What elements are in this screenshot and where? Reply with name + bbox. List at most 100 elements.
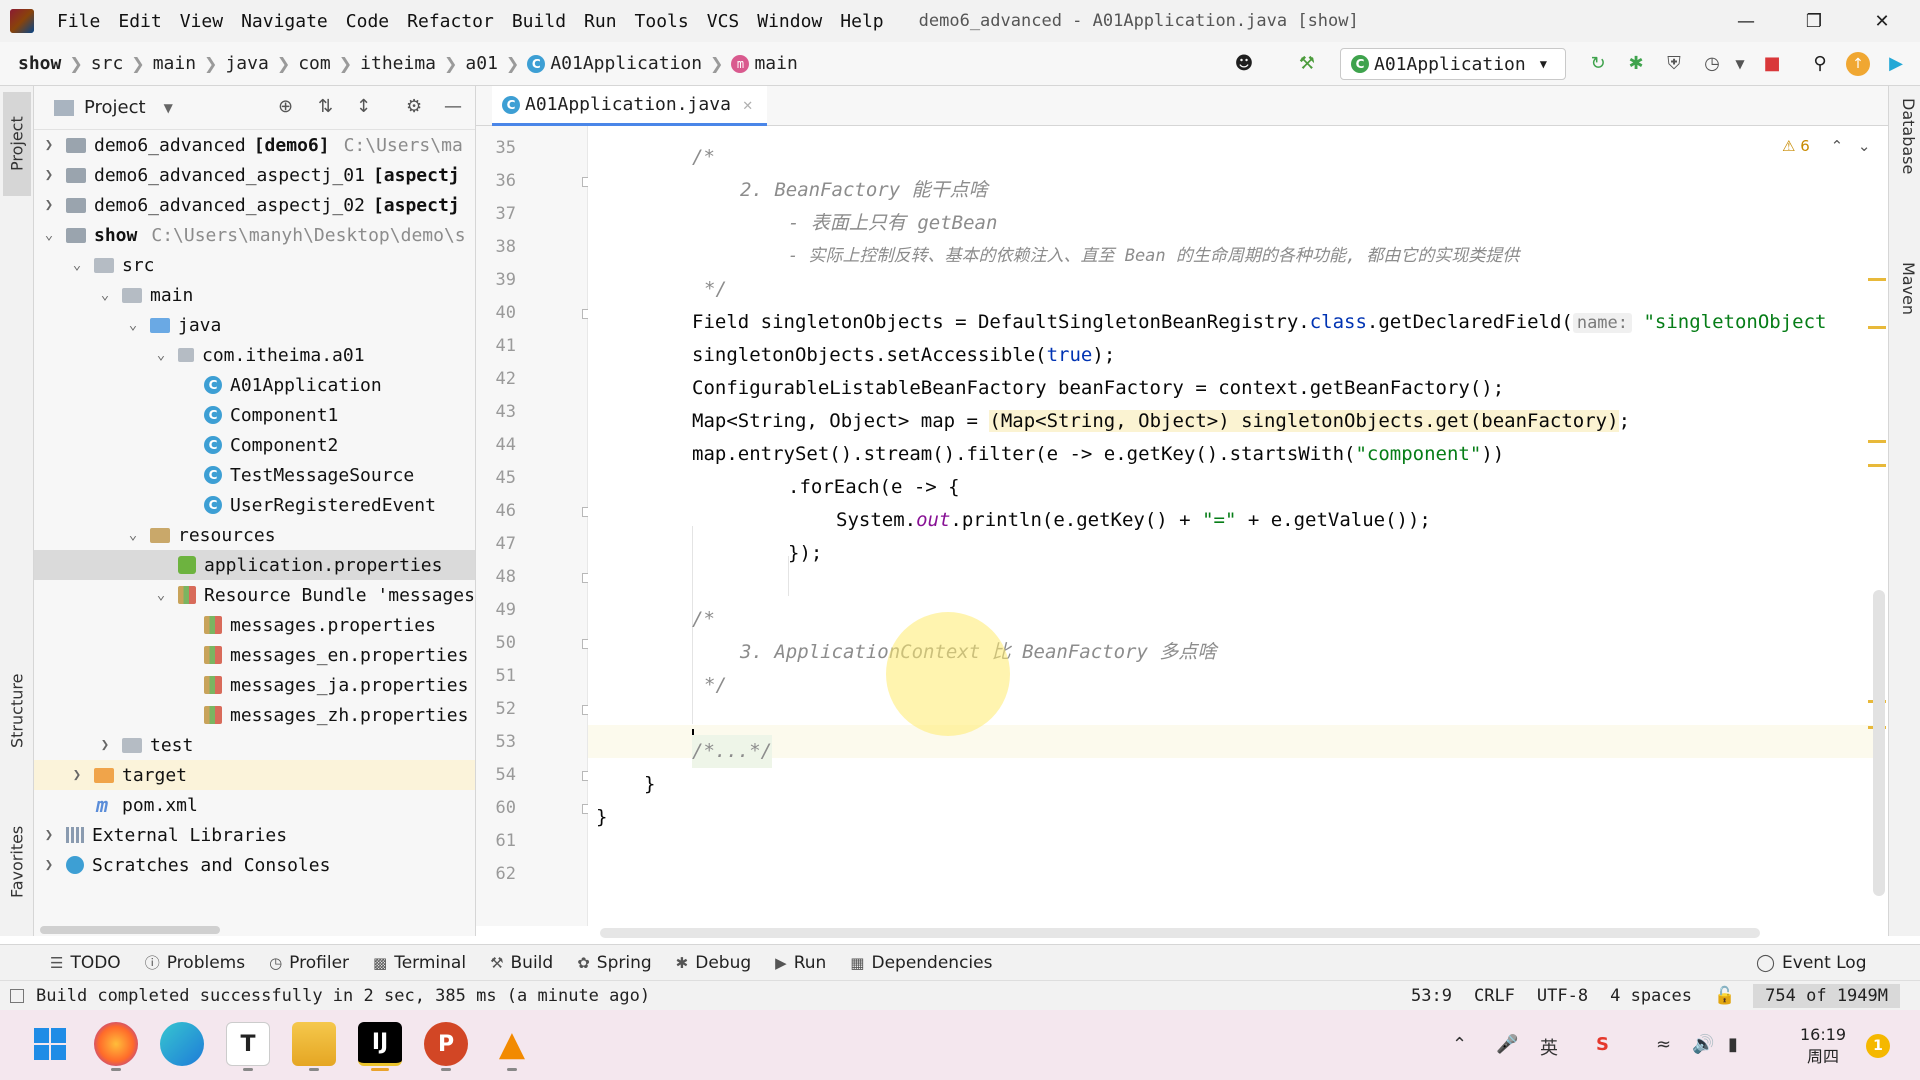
folded-comment[interactable]: /*...*/ bbox=[692, 735, 773, 768]
tree-item-folder[interactable]: ⌄ main bbox=[34, 280, 475, 310]
status-message[interactable]: Build completed successfully in 2 sec, 3… bbox=[36, 986, 650, 1006]
edge-icon[interactable] bbox=[160, 1022, 204, 1066]
restore-icon[interactable]: ❐ bbox=[1780, 0, 1848, 42]
chevron-down-icon[interactable]: ⌄ bbox=[124, 527, 142, 543]
collapse-all-icon[interactable]: ↕ bbox=[356, 96, 371, 117]
tree-item-file[interactable]: messages_ja.properties bbox=[34, 670, 475, 700]
debug-bug-icon[interactable]: ✱ bbox=[1624, 52, 1648, 76]
tree-item-libraries[interactable]: ❯ External Libraries bbox=[34, 820, 475, 850]
file-explorer-icon[interactable] bbox=[292, 1022, 336, 1066]
chevron-right-icon[interactable]: ❯ bbox=[96, 737, 114, 753]
breadcrumb-item[interactable]: com bbox=[296, 53, 333, 74]
chevron-right-icon[interactable]: ❯ bbox=[40, 197, 58, 213]
menu-edit[interactable]: Edit bbox=[109, 11, 170, 32]
chevron-down-icon[interactable]: ⌄ bbox=[152, 587, 170, 603]
breadcrumb-item[interactable]: src bbox=[89, 53, 126, 74]
tree-item-class[interactable]: C TestMessageSource bbox=[34, 460, 475, 490]
rerun-icon[interactable]: ↻ bbox=[1586, 52, 1610, 76]
chevron-right-icon[interactable]: ❯ bbox=[68, 767, 86, 783]
tool-tab-dependencies[interactable]: ▦ Dependencies bbox=[840, 953, 1006, 973]
notification-badge[interactable]: 1 bbox=[1866, 1034, 1890, 1058]
tool-tab-profiler[interactable]: ◷ Profiler bbox=[259, 953, 363, 973]
tab-a01application[interactable]: C A01Application.java ✕ bbox=[492, 86, 767, 126]
tree-item-bundle[interactable]: ⌄ Resource Bundle 'messages' bbox=[34, 580, 475, 610]
side-tab-favorites[interactable]: Favorites bbox=[3, 810, 31, 914]
tool-tab-build[interactable]: ⚒ Build bbox=[480, 953, 567, 973]
side-tab-maven[interactable]: Maven bbox=[1892, 262, 1918, 315]
locate-icon[interactable]: ⊕ bbox=[278, 96, 293, 117]
chevron-right-icon[interactable]: ❯ bbox=[40, 167, 58, 183]
tree-item-scratches[interactable]: ❯ Scratches and Consoles bbox=[34, 850, 475, 880]
typora-icon[interactable]: T bbox=[226, 1022, 270, 1066]
tool-tab-todo[interactable]: ☰ TODO bbox=[40, 953, 135, 973]
tree-item-file[interactable]: messages_en.properties bbox=[34, 640, 475, 670]
tree-item-folder[interactable]: ⌄ resources bbox=[34, 520, 475, 550]
warning-indicator[interactable]: ⚠ 6 ⌃ ⌄ bbox=[1782, 137, 1871, 155]
warning-stripe[interactable] bbox=[1868, 326, 1886, 329]
chevron-right-icon[interactable]: ❯ bbox=[40, 857, 58, 873]
intellij-taskbar-icon[interactable]: IJ bbox=[358, 1022, 402, 1066]
menu-tools[interactable]: Tools bbox=[626, 11, 698, 32]
windows-start-icon[interactable] bbox=[28, 1022, 72, 1066]
firefox-icon[interactable] bbox=[94, 1022, 138, 1066]
breadcrumb-item[interactable]: a01 bbox=[463, 53, 500, 74]
warning-stripe[interactable] bbox=[1868, 440, 1886, 443]
hammer-build-icon[interactable]: ⚒ bbox=[1295, 52, 1319, 76]
caret-position[interactable]: 53:9 bbox=[1411, 986, 1452, 1006]
vlc-icon[interactable]: ▲ bbox=[490, 1022, 534, 1066]
next-highlight-icon[interactable]: ⌄ bbox=[1858, 137, 1871, 155]
tool-tab-run[interactable]: ▶ Run bbox=[765, 953, 840, 973]
tool-tab-problems[interactable]: ⓘ Problems bbox=[135, 952, 259, 973]
breadcrumb-item[interactable]: main bbox=[151, 53, 198, 74]
menu-build[interactable]: Build bbox=[503, 11, 575, 32]
file-encoding[interactable]: UTF-8 bbox=[1537, 986, 1588, 1006]
chevron-down-icon[interactable]: ⌄ bbox=[124, 317, 142, 333]
tree-item-file[interactable]: messages_zh.properties bbox=[34, 700, 475, 730]
gear-icon[interactable]: ⚙ bbox=[406, 96, 422, 117]
breadcrumb-item[interactable]: itheima bbox=[358, 53, 438, 74]
menu-code[interactable]: Code bbox=[337, 11, 398, 32]
tree-item-file-selected[interactable]: application.properties bbox=[34, 550, 475, 580]
tree-item-class[interactable]: C UserRegisteredEvent bbox=[34, 490, 475, 520]
tree-item-class[interactable]: C Component1 bbox=[34, 400, 475, 430]
indent-setting[interactable]: 4 spaces bbox=[1610, 986, 1692, 1006]
tool-tab-event-log[interactable]: ◯ Event Log bbox=[1756, 945, 1867, 981]
menu-file[interactable]: File bbox=[48, 11, 109, 32]
chevron-down-icon[interactable]: ▼ bbox=[1728, 52, 1752, 76]
horizontal-scrollbar[interactable] bbox=[600, 928, 1760, 938]
close-icon[interactable]: ✕ bbox=[743, 95, 753, 114]
user-icon[interactable]: ☻ bbox=[1232, 52, 1256, 76]
volume-icon[interactable]: 🔊 bbox=[1692, 1034, 1714, 1055]
tree-item-class[interactable]: C Component2 bbox=[34, 430, 475, 460]
microphone-icon[interactable]: 🎤 bbox=[1496, 1034, 1518, 1055]
menu-vcs[interactable]: VCS bbox=[698, 11, 749, 32]
chevron-down-icon[interactable]: ⌄ bbox=[40, 227, 58, 243]
vertical-scrollbar[interactable] bbox=[1873, 590, 1885, 896]
run-config-select[interactable]: C A01Application ▼ bbox=[1340, 48, 1566, 80]
horizontal-scrollbar[interactable] bbox=[40, 926, 220, 934]
tree-item-folder[interactable]: ⌄ java bbox=[34, 310, 475, 340]
profiler-icon[interactable]: ◷ bbox=[1700, 52, 1724, 76]
tree-item-folder[interactable]: ❯ test bbox=[34, 730, 475, 760]
code-with-me-icon[interactable]: ▶ bbox=[1884, 52, 1908, 76]
tree-item-module[interactable]: ❯ demo6_advanced_aspectj_02 [aspectj bbox=[34, 190, 475, 220]
sogou-icon[interactable]: S bbox=[1596, 1034, 1609, 1055]
tree-item-class[interactable]: C A01Application bbox=[34, 370, 475, 400]
wifi-icon[interactable]: ≈ bbox=[1656, 1034, 1671, 1055]
side-tab-project[interactable]: Project bbox=[3, 92, 31, 196]
hide-icon[interactable]: — bbox=[444, 96, 462, 117]
breadcrumb-method[interactable]: m main bbox=[729, 53, 799, 74]
status-toggle-icon[interactable] bbox=[10, 988, 24, 1003]
tree-item-module[interactable]: ❯ demo6_advanced_aspectj_01 [aspectj bbox=[34, 160, 475, 190]
line-separator[interactable]: CRLF bbox=[1474, 986, 1515, 1006]
warning-stripe[interactable] bbox=[1868, 278, 1886, 281]
tree-item-module[interactable]: ⌄ show C:\Users\manyh\Desktop\demo\s bbox=[34, 220, 475, 250]
tree-item-file[interactable]: messages.properties bbox=[34, 610, 475, 640]
tool-tab-debug[interactable]: ✱ Debug bbox=[666, 953, 765, 973]
breadcrumb-class[interactable]: C A01Application bbox=[525, 53, 704, 74]
chevron-down-icon[interactable]: ▼ bbox=[164, 101, 173, 115]
menu-navigate[interactable]: Navigate bbox=[232, 11, 337, 32]
menu-refactor[interactable]: Refactor bbox=[398, 11, 503, 32]
chevron-right-icon[interactable]: ❯ bbox=[40, 827, 58, 843]
menu-help[interactable]: Help bbox=[831, 11, 892, 32]
